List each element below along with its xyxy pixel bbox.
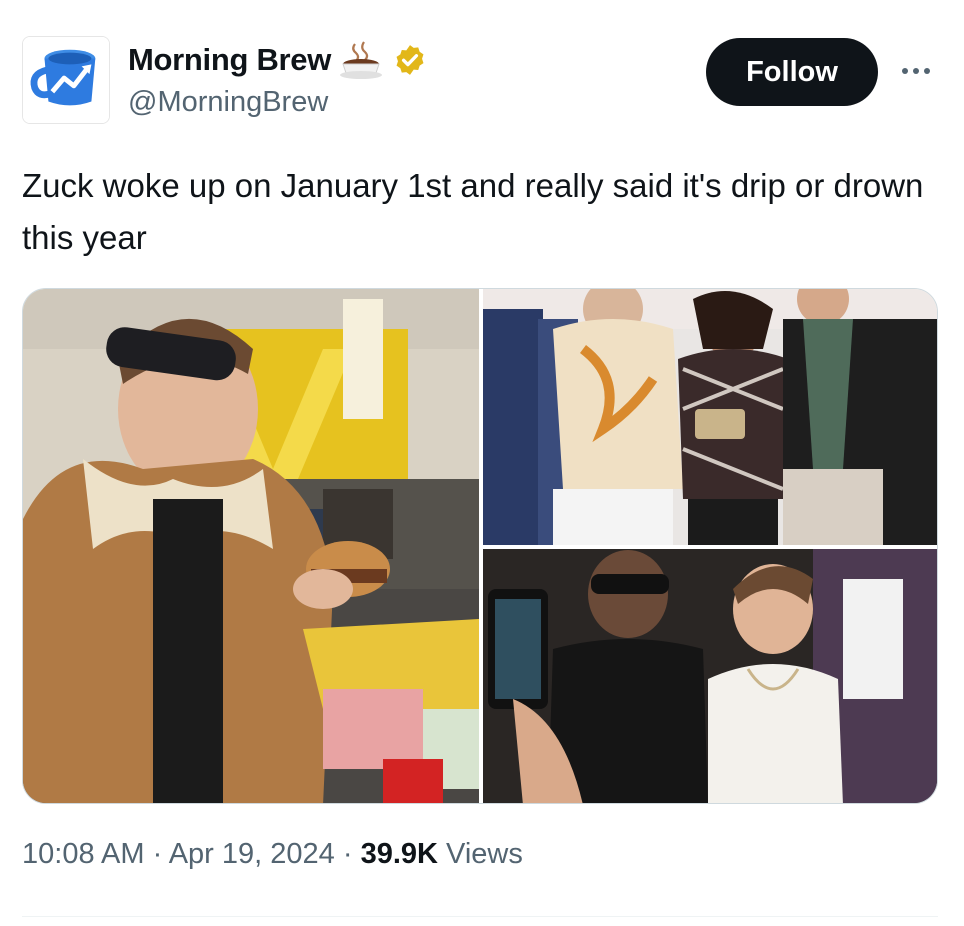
photo-crowd[interactable] bbox=[483, 549, 937, 803]
follow-button[interactable]: Follow bbox=[706, 38, 878, 106]
tweet-meta: 10:08 AM · Apr 19, 2024 · 39.9K Views bbox=[22, 838, 523, 871]
display-name[interactable]: Morning Brew bbox=[128, 42, 331, 78]
meta-separator: · bbox=[334, 838, 361, 870]
coffee-cup-icon bbox=[340, 41, 383, 79]
morning-brew-logo-icon bbox=[23, 37, 109, 123]
views-label: Views bbox=[446, 838, 523, 870]
verified-badge-icon bbox=[396, 45, 424, 75]
divider bbox=[22, 916, 938, 917]
name-row: Morning Brew bbox=[128, 40, 427, 80]
tweet-date[interactable]: Apr 19, 2024 bbox=[169, 838, 335, 870]
tweet-text: Zuck woke up on January 1st and really s… bbox=[22, 167, 924, 256]
avatar[interactable] bbox=[22, 36, 110, 124]
tweet-time[interactable]: 10:08 AM bbox=[22, 838, 145, 870]
views-count: 39.9K bbox=[360, 838, 438, 870]
more-options-icon[interactable] bbox=[893, 56, 939, 86]
photo-burger[interactable] bbox=[23, 289, 479, 803]
photo-tiger-shirt[interactable] bbox=[483, 289, 937, 545]
media-grid bbox=[22, 288, 938, 804]
handle[interactable]: @MorningBrew bbox=[128, 86, 328, 119]
meta-separator: · bbox=[144, 838, 169, 870]
